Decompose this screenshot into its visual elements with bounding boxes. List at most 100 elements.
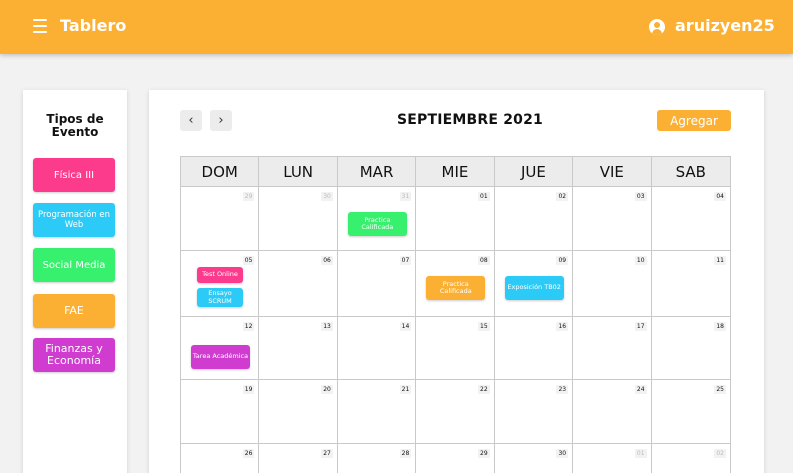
day-number: 08 <box>478 256 490 265</box>
username[interactable]: aruizyen25 <box>675 16 775 35</box>
calendar-event[interactable]: Exposición TB02 <box>504 276 564 300</box>
calendar-day[interactable]: 08 Practica Calificada <box>416 251 495 317</box>
calendar-week: 26 27 28 29 30 01 02 <box>181 444 730 473</box>
day-number: 23 <box>556 385 569 394</box>
event-type-1[interactable]: Física III <box>33 158 115 192</box>
day-number: 05 <box>242 256 255 265</box>
calendar-week: 05 Test Online Ensayo SCRUM 06 07 08 Practica … <box>181 251 730 317</box>
calendar-day[interactable]: 03 <box>573 187 652 251</box>
add-event-button[interactable]: Agregar <box>657 110 731 131</box>
day-number: 07 <box>399 256 412 265</box>
calendar-panel: ‹ › SEPTIEMBRE 2021 Agregar DOM LUN MAR MIE… <box>149 90 764 473</box>
calendar-event[interactable]: Practica Calificada <box>426 276 486 300</box>
calendar-week: 12 Tarea Académica 13 14 15 16 17 18 <box>181 317 730 380</box>
calendar-day[interactable]: 13 <box>259 317 338 380</box>
day-number: 01 <box>634 449 647 458</box>
calendar-event[interactable]: Ensayo SCRUM <box>197 288 243 307</box>
event-type-4[interactable]: FAE <box>33 294 115 328</box>
calendar-week: 29 30 31 Practica Calificada 01 02 03 04 <box>181 187 730 251</box>
day-number: 04 <box>714 192 726 201</box>
event-type-2[interactable]: Programación en Web <box>33 203 115 237</box>
day-number: 02 <box>714 449 726 458</box>
event-type-3[interactable]: Social Media <box>33 248 115 282</box>
calendar-event[interactable]: Test Online <box>197 267 243 283</box>
calendar-day[interactable]: 07 <box>337 251 417 317</box>
calendar-day[interactable]: 06 <box>259 251 338 317</box>
day-number: 29 <box>242 192 255 201</box>
event-types-panel: Tipos de Evento Física III Programación e… <box>23 90 127 473</box>
calendar-day[interactable]: 01 <box>573 444 652 473</box>
weekday-lun: LUN <box>259 157 338 187</box>
calendar-day[interactable]: 28 <box>337 444 417 473</box>
calendar-day[interactable]: 29 <box>181 187 260 251</box>
hamburger-menu-icon[interactable] <box>33 19 47 33</box>
day-number: 24 <box>634 385 647 394</box>
calendar-day[interactable]: 30 <box>494 444 574 473</box>
day-number: 14 <box>399 322 412 331</box>
weekday-sab: SAB <box>651 157 730 187</box>
day-number: 16 <box>556 322 569 331</box>
calendar-day[interactable]: 05 Test Online Ensayo SCRUM <box>181 251 260 317</box>
day-number: 10 <box>634 256 647 265</box>
day-number: 27 <box>321 449 333 458</box>
day-number: 21 <box>399 385 412 394</box>
calendar-day[interactable]: 27 <box>259 444 338 473</box>
calendar-day[interactable]: 20 <box>259 380 338 444</box>
calendar-event[interactable]: Tarea Académica <box>191 345 250 369</box>
day-number: 03 <box>634 192 647 201</box>
day-number: 01 <box>478 192 490 201</box>
app-title: Tablero <box>60 16 127 35</box>
calendar-day[interactable]: 01 <box>416 187 495 251</box>
day-number: 22 <box>478 385 490 394</box>
calendar-day[interactable]: 10 <box>573 251 652 317</box>
weekday-vie: VIE <box>573 157 652 187</box>
event-type-5[interactable]: Finanzas y Economía <box>33 338 115 372</box>
day-number: 13 <box>321 322 333 331</box>
event-types-title: Tipos de Evento <box>46 112 104 139</box>
calendar-day[interactable]: 29 <box>416 444 495 473</box>
weekday-mie: MIE <box>416 157 495 187</box>
calendar-day[interactable]: 11 <box>651 251 730 317</box>
calendar-day[interactable]: 09 Exposición TB02 <box>494 251 574 317</box>
calendar-day[interactable]: 25 <box>651 380 730 444</box>
weekday-mar: MAR <box>337 157 417 187</box>
weekday-header: DOM LUN MAR MIE JUE VIE SAB <box>181 157 730 187</box>
calendar-day[interactable]: 23 <box>494 380 574 444</box>
calendar-day[interactable]: 12 Tarea Académica <box>181 317 260 380</box>
calendar-grid: DOM LUN MAR MIE JUE VIE SAB 29 30 31 Practica Cal… <box>180 156 731 473</box>
day-number: 25 <box>714 385 726 394</box>
day-number: 18 <box>714 322 726 331</box>
weekday-jue: JUE <box>494 157 574 187</box>
user-circle-icon[interactable] <box>649 19 665 35</box>
day-number: 30 <box>321 192 333 201</box>
calendar-day[interactable]: 24 <box>573 380 652 444</box>
calendar-event[interactable]: Practica Calificada <box>347 212 407 236</box>
calendar-day[interactable]: 26 <box>181 444 260 473</box>
day-number: 11 <box>714 256 726 265</box>
calendar-day[interactable]: 15 <box>416 317 495 380</box>
calendar-day[interactable]: 21 <box>337 380 417 444</box>
calendar-day[interactable]: 22 <box>416 380 495 444</box>
day-number: 28 <box>399 449 412 458</box>
calendar-day[interactable]: 02 <box>651 444 730 473</box>
day-number: 09 <box>556 256 569 265</box>
calendar-day[interactable]: 31 Practica Calificada <box>337 187 417 251</box>
day-number: 17 <box>634 322 647 331</box>
calendar-day[interactable]: 17 <box>573 317 652 380</box>
calendar-day[interactable]: 18 <box>651 317 730 380</box>
day-number: 02 <box>556 192 569 201</box>
day-number: 31 <box>399 192 412 201</box>
calendar-day[interactable]: 30 <box>259 187 338 251</box>
day-number: 15 <box>478 322 490 331</box>
day-number: 19 <box>242 385 255 394</box>
calendar-day[interactable]: 19 <box>181 380 260 444</box>
calendar-day[interactable]: 16 <box>494 317 574 380</box>
day-number: 30 <box>556 449 569 458</box>
calendar-day[interactable]: 04 <box>651 187 730 251</box>
calendar-week: 19 20 21 22 23 24 25 <box>181 380 730 444</box>
day-number: 12 <box>242 322 255 331</box>
weekday-dom: DOM <box>181 157 260 187</box>
calendar-day[interactable]: 02 <box>494 187 574 251</box>
calendar-day[interactable]: 14 <box>337 317 417 380</box>
day-number: 26 <box>242 449 255 458</box>
